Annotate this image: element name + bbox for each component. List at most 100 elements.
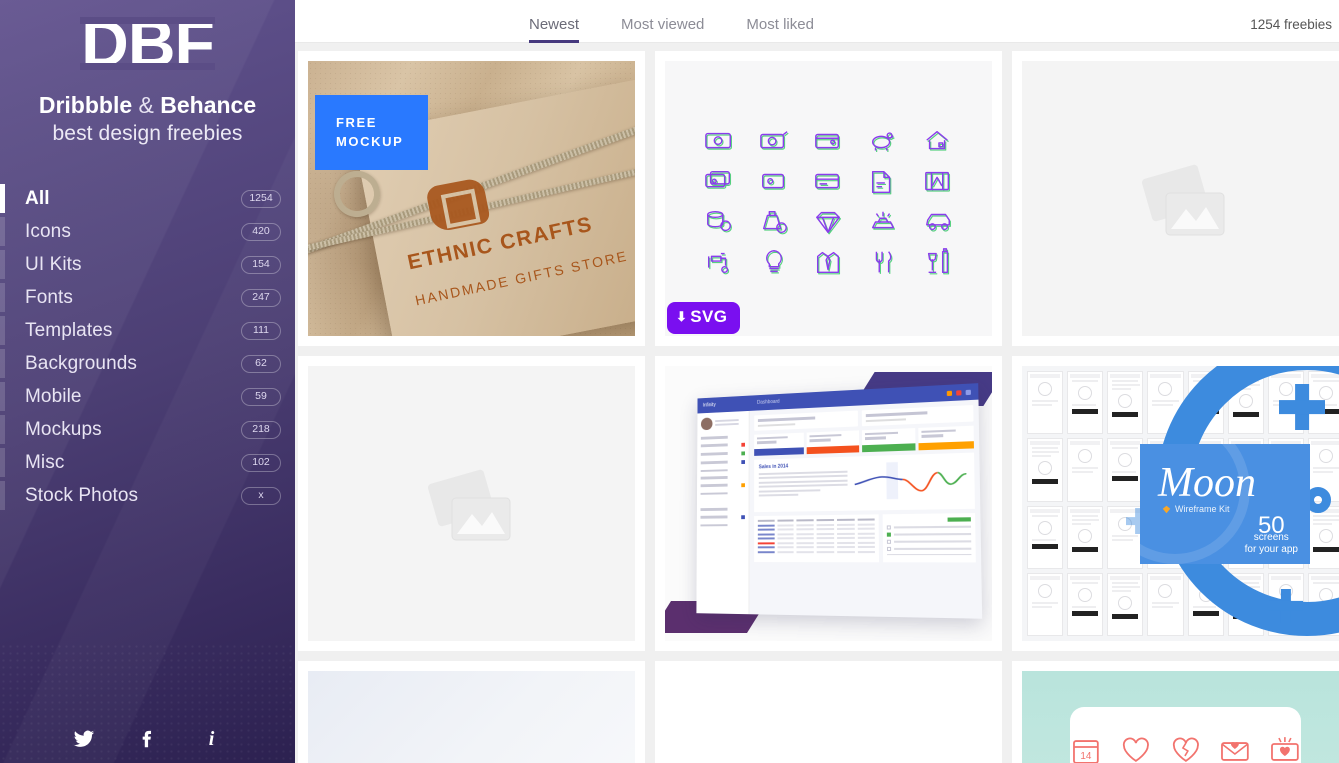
alert-icon [956, 389, 962, 396]
credit-card-chip-icon [757, 167, 791, 197]
valentine-thumbnail: 14 [1022, 671, 1339, 763]
card-placeholder-2[interactable] [298, 356, 645, 651]
sidebar-item-mockups[interactable]: Mockups 218 [0, 413, 295, 446]
wireframe-screen [1107, 371, 1144, 435]
card-ethnic-crafts-mockup[interactable]: ETHNIC CRAFTS HANDMADE GIFTS STORE FREE … [298, 51, 645, 346]
tab-newest[interactable]: Newest [529, 17, 580, 43]
card-valentine-icon-set[interactable]: 14 [1012, 661, 1339, 763]
broken-heart-icon [1172, 737, 1199, 763]
menu-item [700, 468, 745, 472]
sidebar: DBF Dribbble & Behance best design freeb… [0, 0, 295, 763]
active-indicator [0, 250, 5, 279]
fork-knife-icon [866, 247, 900, 277]
dashboard-thumbnail: Infinity Dashboard Sales in 2014 [665, 366, 992, 641]
wireframe-screen [1027, 371, 1064, 435]
card-shopping-icon-set[interactable] [655, 661, 1002, 763]
wireframe-screen [1067, 505, 1104, 569]
active-indicator [0, 415, 5, 444]
valentine-icon-row: 14 [1070, 707, 1301, 763]
todo-add-button[interactable] [947, 516, 971, 522]
documents-icon [866, 167, 900, 197]
card-moon-wireframe-kit[interactable]: Moon Wireframe Kit 50 screens for your a… [1012, 356, 1339, 651]
diamond-icon [811, 207, 845, 237]
credit-card-icon [811, 167, 845, 197]
svg-text:14: 14 [1080, 751, 1092, 762]
sidebar-item-all[interactable]: All 1254 [0, 182, 295, 215]
menu-item [700, 459, 745, 465]
active-indicator [0, 217, 5, 246]
sidebar-item-backgrounds[interactable]: Backgrounds 62 [0, 347, 295, 380]
house-icon [921, 127, 955, 157]
tab-most-liked[interactable]: Most liked [746, 17, 814, 42]
sidebar-item-mobile[interactable]: Mobile 59 [0, 380, 295, 413]
menu-item [700, 475, 745, 480]
freebies-grid: ETHNIC CRAFTS HANDMADE GIFTS STORE FREE … [298, 43, 1339, 763]
wallet-icon [811, 127, 845, 157]
card-finance-icon-set[interactable]: ⬇ SVG [655, 51, 1002, 346]
menu-item [700, 482, 745, 488]
wireframe-screen [1027, 572, 1064, 636]
dashboard-screenshot: Infinity Dashboard Sales in 2014 [696, 383, 983, 619]
card-placeholder-1[interactable] [1012, 51, 1339, 346]
sidebar-item-label: Templates [25, 319, 113, 341]
wireframe-screen [1067, 371, 1104, 435]
card-admin-dashboard-template[interactable]: Infinity Dashboard Sales in 2014 [655, 356, 1002, 651]
sidebar-item-misc[interactable]: Misc 102 [0, 446, 295, 479]
twitter-icon[interactable] [73, 728, 95, 750]
moon-thumbnail: Moon Wireframe Kit 50 screens for your a… [1022, 366, 1339, 641]
info-glyph: i [208, 727, 215, 750]
tab-most-viewed[interactable]: Most viewed [621, 17, 704, 42]
kpi-strategy [754, 432, 805, 456]
sales-line-chart [853, 461, 970, 499]
screens-number: 50 [1257, 512, 1285, 539]
download-arrow-icon: ⬇ [676, 309, 688, 324]
card-soft-gradient[interactable] [298, 661, 645, 763]
sidebar-item-templates[interactable]: Templates 111 [0, 314, 295, 347]
money-bag-icon [757, 207, 791, 237]
dashboard-lower [754, 512, 976, 563]
active-indicator [0, 382, 5, 411]
facebook-icon[interactable] [137, 728, 159, 750]
dashboard-app-name: Infinity [702, 402, 716, 409]
logo[interactable]: DBF [0, 0, 295, 80]
active-indicator [0, 316, 5, 345]
plus-decoration-1 [1279, 384, 1325, 430]
wireframe-screen [1067, 572, 1104, 636]
wireframe-screen [1027, 438, 1064, 502]
wireframe-screen [1027, 505, 1064, 569]
topbar: Newest Most viewed Most liked 1254 freebie… [295, 0, 1339, 43]
image-placeholder-glyph [1141, 164, 1224, 235]
sidebar-item-ui-kits[interactable]: UI Kits 154 [0, 248, 295, 281]
dashboard-header-icons [946, 389, 979, 396]
sidebar-item-label: Misc [25, 451, 65, 473]
sidebar-item-icons[interactable]: Icons 420 [0, 215, 295, 248]
banknote-tag-icon [757, 127, 791, 157]
plus-decoration-4 [1269, 589, 1303, 623]
kpi-row [754, 425, 974, 456]
menu-item [700, 514, 745, 519]
love-letter-icon [1271, 737, 1299, 761]
sort-tabs: Newest Most viewed Most liked [529, 17, 856, 43]
kpi-platform [861, 427, 916, 452]
svg-download-badge[interactable]: ⬇ SVG [667, 302, 741, 334]
todo-item [886, 524, 971, 530]
wireframe-screen [1107, 438, 1144, 502]
sidebar-item-label: Stock Photos [25, 484, 139, 506]
welcome-card [754, 410, 858, 431]
svg-badge-label: SVG [690, 307, 728, 326]
active-indicator [0, 349, 5, 378]
sidebar-item-stock-photos[interactable]: Stock Photos x [0, 479, 295, 512]
sidebar-item-label: Fonts [25, 286, 74, 308]
freebies-count: 1254 freebies [1250, 17, 1332, 32]
badge-line-2: MOCKUP [336, 134, 404, 149]
sales-chart-plot [853, 457, 970, 505]
todo-item [887, 546, 972, 551]
sidebar-item-count: 111 [241, 321, 281, 340]
sidebar-item-fonts[interactable]: Fonts 247 [0, 281, 295, 314]
info-icon[interactable]: i [201, 728, 223, 750]
avatar-image [700, 417, 713, 431]
brand-tagline: best design freebies [52, 122, 243, 145]
active-indicator [0, 448, 5, 477]
kpi-profit [918, 425, 974, 450]
sales-chart-card: Sales in 2014 [754, 452, 975, 512]
